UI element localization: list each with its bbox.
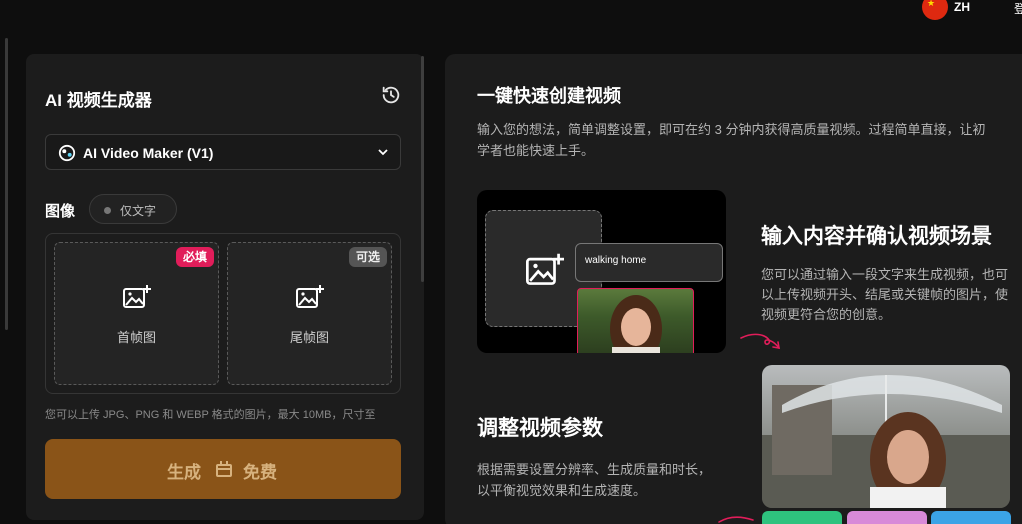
- login-link[interactable]: 登: [1014, 0, 1022, 17]
- text-only-toggle[interactable]: 仅文字: [89, 194, 177, 224]
- umbrella-scene: [762, 375, 1010, 508]
- text-only-label: 仅文字: [120, 204, 157, 218]
- section-title-adjust-params: 调整视频参数: [477, 417, 603, 440]
- portrait-figure: [610, 295, 662, 353]
- free-label: 免费: [243, 463, 277, 482]
- last-frame-upload[interactable]: 可选 尾帧图: [227, 242, 392, 385]
- toggle-dot-icon: [104, 207, 111, 214]
- image-add-icon: [526, 253, 564, 285]
- demo-prompt-box: walking home: [575, 243, 723, 282]
- generate-button[interactable]: 生成 免费: [45, 439, 401, 499]
- chip-pink: [847, 511, 927, 524]
- demo-illustration: walking home: [477, 190, 726, 353]
- required-badge: 必填: [175, 247, 214, 267]
- history-icon[interactable]: [380, 84, 402, 106]
- demo-portrait-photo: [577, 288, 694, 353]
- panel-scrollbar[interactable]: [421, 56, 424, 282]
- coin-icon: [216, 461, 232, 477]
- section-desc-input-scene: 您可以通过输入一段文字来生成视频，也可以上传视频开头、结尾或关键帧的图片，使视频…: [761, 267, 1009, 322]
- first-frame-label: 首帧图: [116, 330, 156, 345]
- page-scrollbar[interactable]: [5, 38, 8, 330]
- section-desc-adjust-params: 根据需要设置分辨率、生成质量和时长，以平衡视觉效果和生成速度。: [477, 462, 712, 498]
- demo-prompt-text: walking home: [585, 255, 647, 266]
- top-bar: ZH 登: [0, 0, 1022, 24]
- generator-panel: AI 视频生成器 AI Video Maker (V1) 图像 仅文字 必填 首…: [26, 54, 424, 520]
- umbrella-portrait-photo: [762, 365, 1010, 508]
- chip-blue: [931, 511, 1011, 524]
- chip-green: [762, 511, 842, 524]
- section-title-quick-create: 一键快速创建视频: [477, 86, 621, 106]
- image-add-icon: [296, 285, 324, 308]
- last-frame-label: 尾帧图: [289, 330, 329, 345]
- china-flag-icon[interactable]: [922, 0, 948, 20]
- model-select[interactable]: AI Video Maker (V1): [45, 134, 401, 170]
- image-add-icon: [123, 285, 151, 308]
- panel-title: AI 视频生成器: [45, 91, 152, 110]
- language-switcher[interactable]: ZH: [954, 0, 970, 14]
- section-desc-quick-create: 输入您的想法，简单调整设置，即可在约 3 分钟内获得高质量视频。过程简单直接，让…: [477, 122, 986, 158]
- upload-hint: 您可以上传 JPG、PNG 和 WEBP 格式的图片，最大 10MB，尺寸至: [45, 409, 376, 421]
- optional-badge: 可选: [348, 247, 387, 267]
- section-title-input-scene: 输入内容并确认视频场景: [761, 225, 992, 248]
- upload-area: 必填 首帧图 可选 尾帧图: [45, 233, 401, 394]
- image-label: 图像: [45, 203, 76, 220]
- model-label: AI Video Maker (V1): [83, 145, 214, 161]
- chevron-down-icon: [378, 149, 388, 156]
- arrow-doodle-icon: [718, 516, 754, 523]
- feature-panel: 一键快速创建视频 输入您的想法，简单调整设置，即可在约 3 分钟内获得高质量视频…: [445, 54, 1022, 524]
- arrow-doodle-icon: [740, 333, 780, 349]
- parameter-chips: [762, 511, 1022, 524]
- model-logo-icon: [58, 144, 76, 162]
- first-frame-upload[interactable]: 必填 首帧图: [54, 242, 219, 385]
- generate-label: 生成: [167, 463, 201, 482]
